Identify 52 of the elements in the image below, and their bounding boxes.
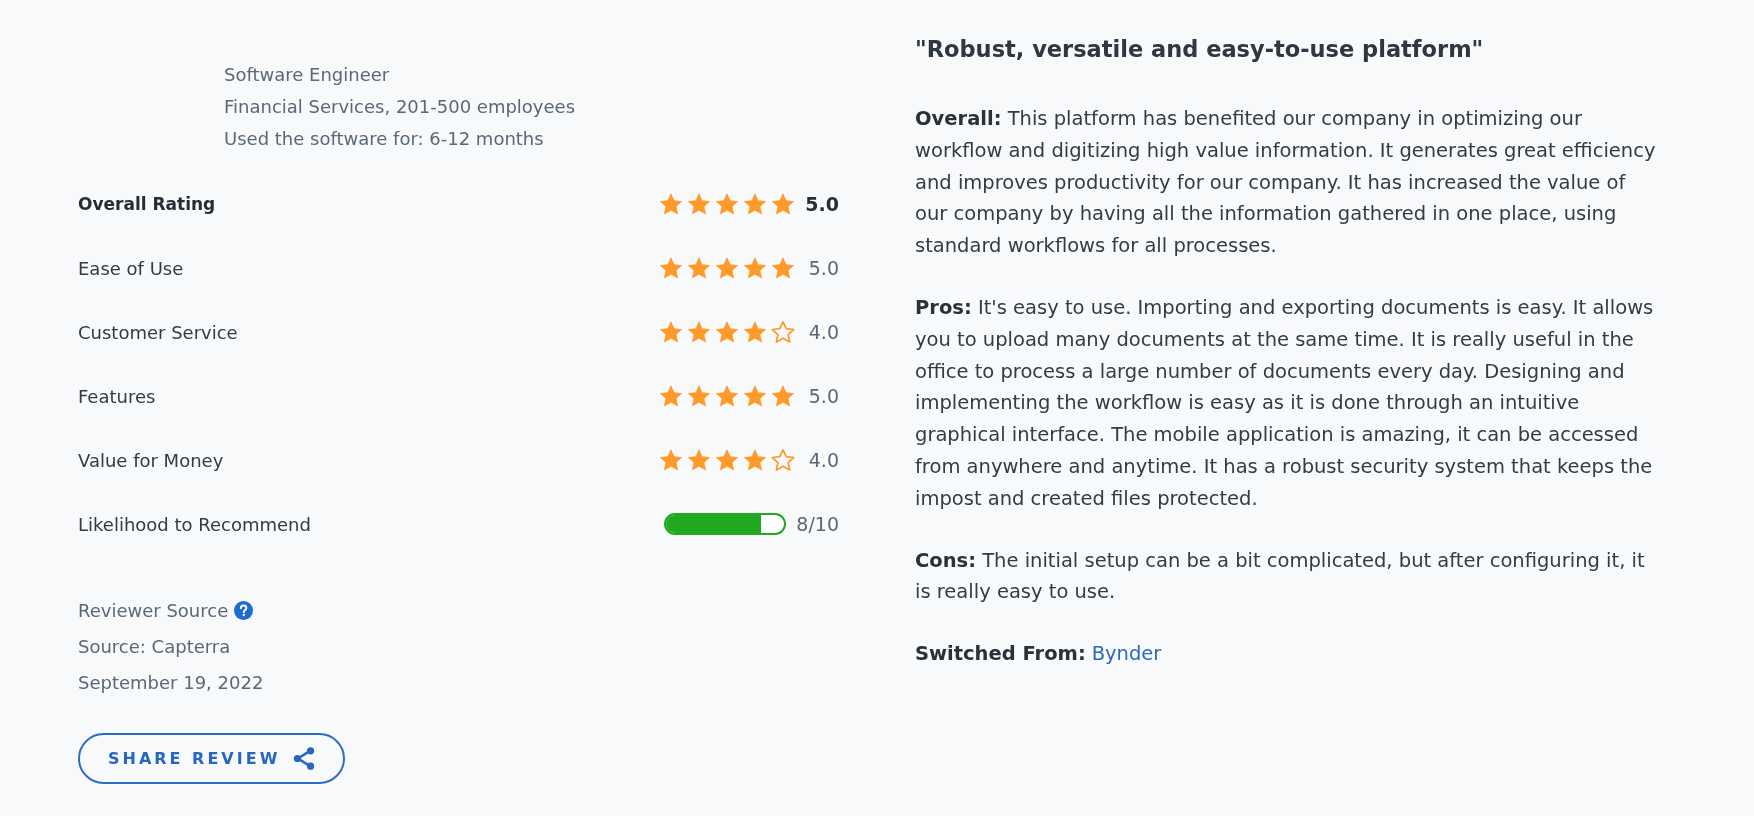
star-icon <box>715 385 739 407</box>
share-review-button[interactable]: SHARE REVIEW <box>78 733 346 784</box>
switched-from-link[interactable]: Bynder <box>1091 642 1162 666</box>
star-icon <box>659 449 683 471</box>
star-icon <box>687 193 711 215</box>
company-industry: Financial Services, 201-500 employees <box>224 95 577 119</box>
rating-score: 4.0 <box>807 449 839 471</box>
rating-score: 5.0 <box>807 385 839 407</box>
star-icon <box>687 321 711 343</box>
star-icon <box>659 193 683 215</box>
star-icon <box>743 321 767 343</box>
rating-label: Value for Money <box>78 449 224 471</box>
star-icon <box>715 449 739 471</box>
star-icon <box>659 321 683 343</box>
star-outline-icon <box>771 449 795 471</box>
star-outline-icon <box>771 321 795 343</box>
star-icon <box>771 385 795 407</box>
rating-label: Customer Service <box>78 321 238 343</box>
usage-duration: Used the software for: 6-12 months <box>224 127 545 151</box>
star-icon <box>743 193 767 215</box>
review-paragraph: Cons: The initial setup can be a bit complicated, but after configuring it, it is really easy to use. <box>915 547 1646 606</box>
rating-label: Likelihood to Recommend <box>78 513 311 535</box>
rating-score: 5.0 <box>807 257 839 279</box>
star-icon <box>659 385 683 407</box>
review-paragraph: Overall: This platform has benefited our company in optimizing our workflow and digitizing high value information. It generates great efficiency and improves productivity for our company. It has increased the value of our company by having all the information gathered in one place, using standard workflows for all processes. <box>915 106 1657 260</box>
review-title: "Robust, versatile and easy-to-use platform" <box>915 35 1485 64</box>
job-title: Software Engineer <box>224 63 391 87</box>
help-icon[interactable] <box>234 600 254 620</box>
rating-label: Features <box>78 385 156 407</box>
star-icon <box>743 385 767 407</box>
star-icon <box>687 257 711 279</box>
star-icon <box>687 449 711 471</box>
star-icon <box>771 257 795 279</box>
rating-label: Ease of Use <box>78 257 184 279</box>
share-icon <box>293 747 316 770</box>
star-icon <box>687 385 711 407</box>
star-icon <box>743 257 767 279</box>
review-source: Source: Capterra <box>78 635 231 657</box>
rating-score: 5.0 <box>805 193 839 215</box>
star-icon <box>715 193 739 215</box>
review-paragraph: Pros: It's easy to use. Importing and exporting documents is easy. It allows you to upload many documents at the same time. It is really useful in the office to process a large number of documents every day. Designing and implementing the workflow is easy as it is done through an intuitive graphical interface. The mobile application is amazing, it can be accessed from anywhere and anytime. It has a robust security system that keeps the impost and created files protected. <box>915 295 1655 512</box>
reviewer-source-label: Reviewer Source <box>78 599 229 621</box>
star-icon <box>659 257 683 279</box>
rating-score: 8/10 <box>796 513 839 535</box>
star-icon <box>771 193 795 215</box>
star-icon <box>715 257 739 279</box>
star-icon <box>715 321 739 343</box>
switched-from-label: Switched From: <box>915 642 1086 666</box>
rating-label: Overall Rating <box>78 194 216 214</box>
review-date: September 19, 2022 <box>78 671 264 693</box>
rating-score: 4.0 <box>807 321 839 343</box>
star-icon <box>743 449 767 471</box>
